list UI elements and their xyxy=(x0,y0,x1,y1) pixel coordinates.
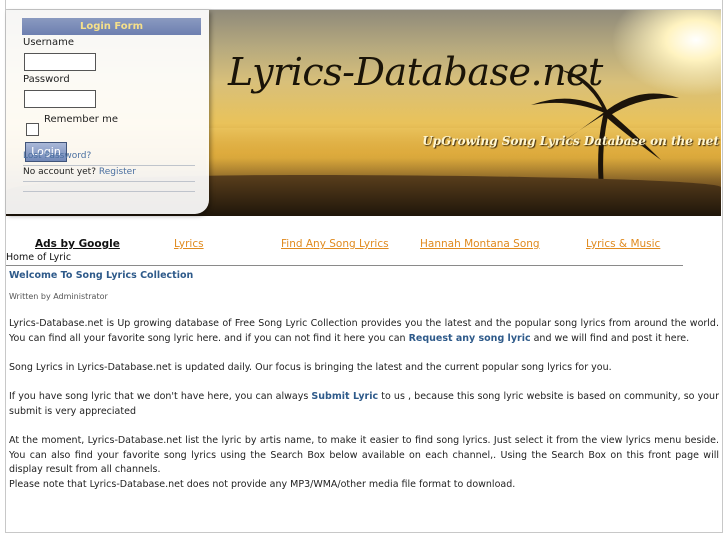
ad-link[interactable]: Find Any Song Lyrics xyxy=(281,238,389,250)
paragraph-text: and we will find and post it here. xyxy=(530,332,690,344)
register-link[interactable]: Register xyxy=(99,167,136,177)
site-tagline: UpGrowing Song Lyrics Database on the ne… xyxy=(422,134,719,148)
no-account-text: No account yet? xyxy=(23,167,96,177)
breadcrumb-divider xyxy=(6,265,683,266)
login-panel: Login Form Username Password Remember me… xyxy=(6,10,209,214)
article-paragraph: At the moment, Lyrics-Database.net list … xyxy=(9,435,719,475)
article-paragraph: If you have song lyric that we don't hav… xyxy=(9,390,719,419)
lost-password-link[interactable]: Lost Password? xyxy=(23,151,91,161)
article-author: Written by Administrator xyxy=(9,292,108,301)
request-lyric-link[interactable]: Request any song lyric xyxy=(409,333,531,344)
login-divider xyxy=(23,165,195,166)
password-label: Password xyxy=(23,74,70,85)
ad-link[interactable]: Lyrics & Music xyxy=(586,238,660,250)
ads-by-google-link[interactable]: Ads by Google xyxy=(35,238,120,250)
ads-bar: Ads by Google Lyrics Find Any Song Lyric… xyxy=(27,237,693,253)
password-input[interactable] xyxy=(24,90,96,108)
article-paragraph: Song Lyrics in Lyrics-Database.net is up… xyxy=(9,362,612,373)
article-title[interactable]: Welcome To Song Lyrics Collection xyxy=(9,270,193,281)
login-divider xyxy=(23,191,195,192)
breadcrumb: Home of Lyric xyxy=(6,252,72,263)
submit-lyric-link[interactable]: Submit Lyric xyxy=(311,391,378,402)
login-divider xyxy=(23,181,195,182)
paragraph-text: If you have song lyric that we don't hav… xyxy=(9,391,312,402)
username-input[interactable] xyxy=(24,53,96,71)
ad-link[interactable]: Lyrics xyxy=(174,238,204,250)
remember-checkbox[interactable] xyxy=(26,123,39,136)
article-paragraph: Lyrics-Database.net is Up growing databa… xyxy=(9,317,719,346)
username-label: Username xyxy=(23,37,74,48)
remember-label: Remember me xyxy=(44,114,118,125)
site-title: Lyrics-Database.net xyxy=(228,50,603,94)
no-account-row: No account yet? Register xyxy=(23,167,136,177)
login-title: Login Form xyxy=(22,18,201,35)
article-paragraph: Please note that Lyrics-Database.net doe… xyxy=(9,479,516,490)
ad-link[interactable]: Hannah Montana Song xyxy=(420,238,540,250)
